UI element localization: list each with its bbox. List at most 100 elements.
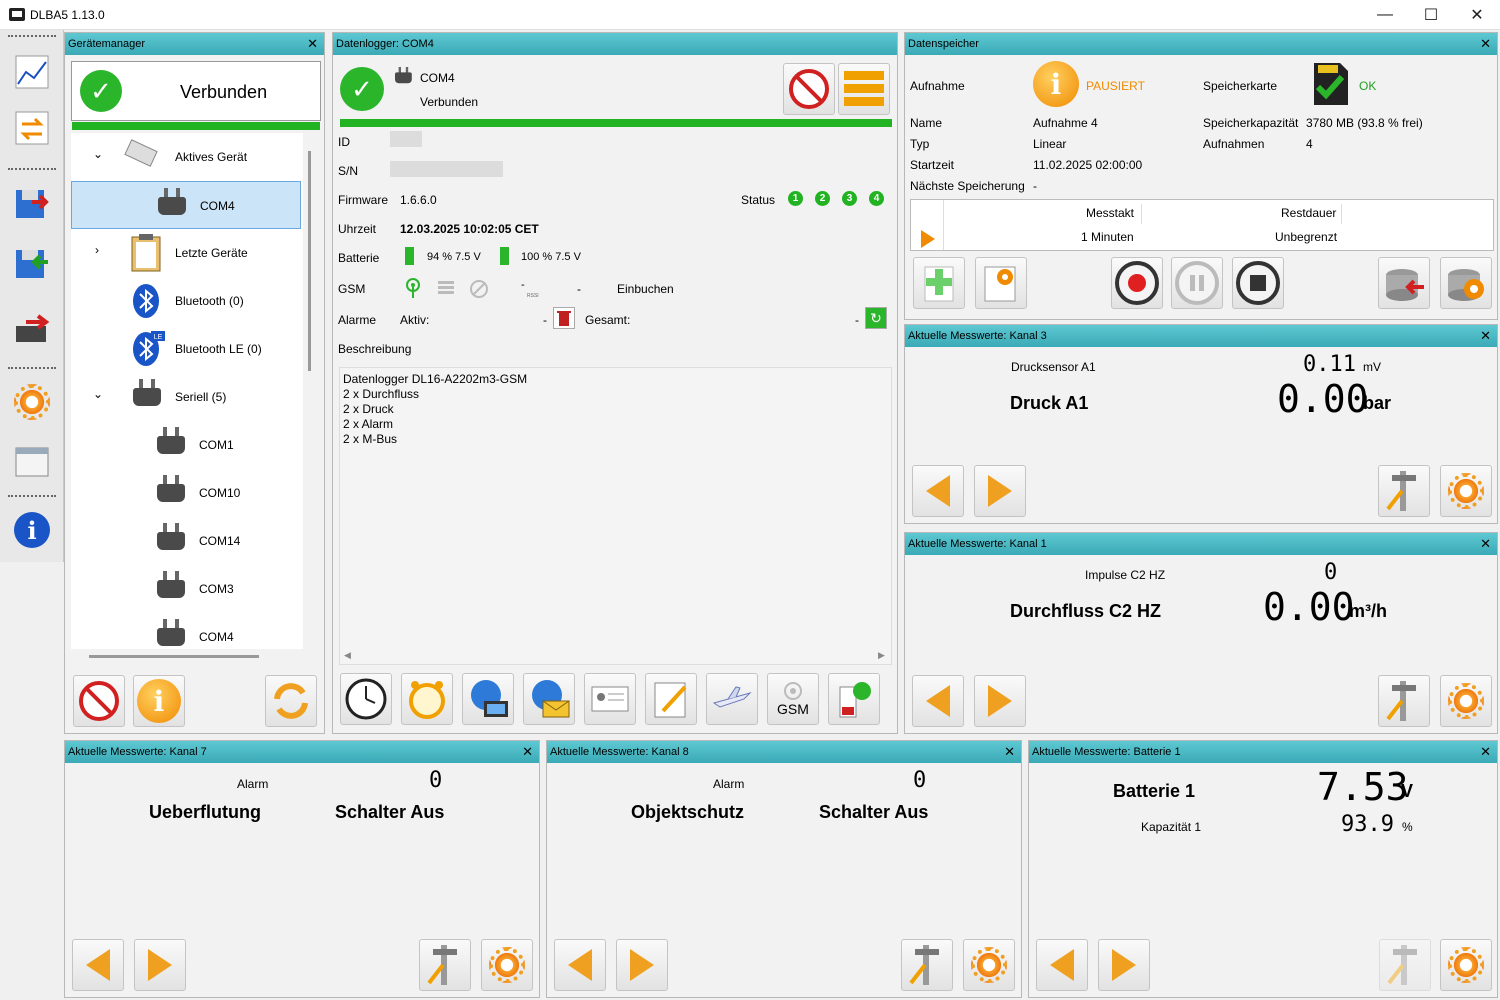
close-panel-icon[interactable]: ✕ xyxy=(1004,741,1015,763)
logger-port: COM4 xyxy=(420,71,455,85)
transfer-button[interactable] xyxy=(8,104,56,152)
airplane-icon xyxy=(712,686,752,708)
import-button[interactable] xyxy=(8,238,56,286)
new-recording-button[interactable] xyxy=(913,257,965,309)
channel-unit: bar xyxy=(1363,393,1392,413)
close-panel-icon[interactable]: ✕ xyxy=(1480,533,1491,555)
refresh-icon: ↻ xyxy=(870,309,882,326)
tree-item-active-device[interactable]: ⌄ Aktives Gerät xyxy=(71,133,301,181)
calibrate-button[interactable] xyxy=(1378,675,1430,727)
refresh-icon xyxy=(274,683,308,719)
export-button[interactable] xyxy=(8,178,56,226)
clock-button[interactable] xyxy=(340,673,392,725)
tree-item-com4-active[interactable]: COM4 xyxy=(71,181,301,229)
chevron-down-icon[interactable]: ⌄ xyxy=(93,387,103,401)
maximize-button[interactable]: ☐ xyxy=(1408,0,1454,30)
close-panel-icon[interactable]: ✕ xyxy=(1480,741,1491,763)
vertical-scrollbar[interactable] xyxy=(308,151,311,371)
toolbar-divider xyxy=(8,495,56,497)
next-channel-button[interactable] xyxy=(1098,939,1150,991)
channel-settings-button[interactable] xyxy=(963,939,1015,991)
previous-channel-button[interactable] xyxy=(72,939,124,991)
arrow-left-icon xyxy=(926,475,950,507)
email-button[interactable] xyxy=(523,673,575,725)
menu-button[interactable] xyxy=(838,63,890,115)
tree-item-com1[interactable]: COM1 xyxy=(71,421,301,469)
svg-text:LE: LE xyxy=(154,334,163,341)
battery-reset-button[interactable] xyxy=(828,673,880,725)
chevron-down-icon[interactable]: ⌄ xyxy=(93,147,103,161)
calibrate-button[interactable] xyxy=(901,939,953,991)
record-button[interactable] xyxy=(1111,257,1163,309)
panel-title: Gerätemanager xyxy=(68,38,146,50)
recording-settings-button[interactable] xyxy=(975,257,1027,309)
scroll-right-icon[interactable]: ▶ xyxy=(878,650,885,661)
storage-settings-button[interactable] xyxy=(1440,257,1492,309)
tree-item-bluetooth-le[interactable]: LE Bluetooth LE (0) xyxy=(71,325,301,373)
next-channel-button[interactable] xyxy=(974,465,1026,517)
close-window-button[interactable]: ✕ xyxy=(1454,0,1500,30)
channel8-panel: Aktuelle Messwerte: Kanal 8 ✕ Alarm 0 Obj… xyxy=(546,740,1022,998)
plug-icon xyxy=(158,188,186,222)
calibrate-button[interactable] xyxy=(1378,465,1430,517)
device-transfer-button[interactable] xyxy=(8,306,56,354)
gsm-label: GSM xyxy=(338,282,366,296)
alarm-clock-button[interactable] xyxy=(401,673,453,725)
minimize-button[interactable]: — xyxy=(1362,0,1408,30)
scroll-left-icon[interactable]: ◀ xyxy=(344,650,351,661)
device-info-button[interactable]: i xyxy=(133,675,185,727)
close-panel-icon[interactable]: ✕ xyxy=(522,741,533,763)
window-button[interactable] xyxy=(8,438,56,486)
tree-item-com10[interactable]: COM10 xyxy=(71,469,301,517)
document-gear-icon xyxy=(984,266,1016,302)
gsm-button[interactable]: GSM xyxy=(767,673,819,725)
previous-channel-button[interactable] xyxy=(1036,939,1088,991)
edit-button[interactable] xyxy=(645,673,697,725)
next-channel-button[interactable] xyxy=(974,675,1026,727)
next-channel-button[interactable] xyxy=(616,939,668,991)
about-button[interactable]: i xyxy=(8,506,56,554)
tree-item-label: COM1 xyxy=(199,438,234,452)
settings-button[interactable] xyxy=(8,378,56,426)
clear-alarms-button[interactable] xyxy=(553,307,575,329)
no-connection-button[interactable] xyxy=(783,63,835,115)
disconnect-button[interactable] xyxy=(73,675,125,727)
close-panel-icon[interactable]: ✕ xyxy=(1480,33,1491,55)
time-label: Uhrzeit xyxy=(338,222,377,236)
channel-settings-button[interactable] xyxy=(1440,675,1492,727)
stop-button[interactable] xyxy=(1232,257,1284,309)
tree-item-com14[interactable]: COM14 xyxy=(71,517,301,565)
title-bar: DLBA5 1.13.0 — ☐ ✕ xyxy=(0,0,1500,30)
channel-settings-button[interactable] xyxy=(1440,465,1492,517)
channel-settings-button[interactable] xyxy=(481,939,533,991)
previous-channel-button[interactable] xyxy=(912,675,964,727)
status-label: Status xyxy=(741,193,776,207)
tree-item-com3[interactable]: COM3 xyxy=(71,565,301,613)
status-led-3: 3 xyxy=(842,191,857,206)
read-storage-button[interactable] xyxy=(1378,257,1430,309)
chevron-right-icon[interactable]: › xyxy=(95,243,99,257)
previous-channel-button[interactable] xyxy=(912,465,964,517)
close-panel-icon[interactable]: ✕ xyxy=(1480,325,1491,347)
contacts-button[interactable] xyxy=(584,673,636,725)
tree-item-recent-devices[interactable]: › Letzte Geräte xyxy=(71,229,301,277)
description-box[interactable]: Datenlogger DL16-A2202m3-GSM 2 x Durchfl… xyxy=(339,367,892,665)
calibrate-button[interactable] xyxy=(419,939,471,991)
previous-channel-button[interactable] xyxy=(554,939,606,991)
network-button[interactable] xyxy=(462,673,514,725)
close-panel-icon[interactable]: ✕ xyxy=(307,33,318,55)
horizontal-scrollbar[interactable] xyxy=(89,655,259,658)
tree-item-com4[interactable]: COM4 xyxy=(71,613,301,649)
flight-mode-button[interactable] xyxy=(706,673,758,725)
channel-settings-button[interactable] xyxy=(1440,939,1492,991)
tree-item-serial[interactable]: ⌄ Seriell (5) xyxy=(71,373,301,421)
pause-button[interactable] xyxy=(1171,257,1223,309)
refresh-alarms-button[interactable]: ↻ xyxy=(865,307,887,329)
warning-info-icon: i xyxy=(1033,61,1079,107)
chart-button[interactable] xyxy=(8,48,56,96)
arrow-right-icon xyxy=(1112,949,1136,981)
next-channel-button[interactable] xyxy=(134,939,186,991)
tree-item-bluetooth[interactable]: Bluetooth (0) xyxy=(71,277,301,325)
sensor-value: 0 xyxy=(913,768,927,793)
refresh-button[interactable] xyxy=(265,675,317,727)
